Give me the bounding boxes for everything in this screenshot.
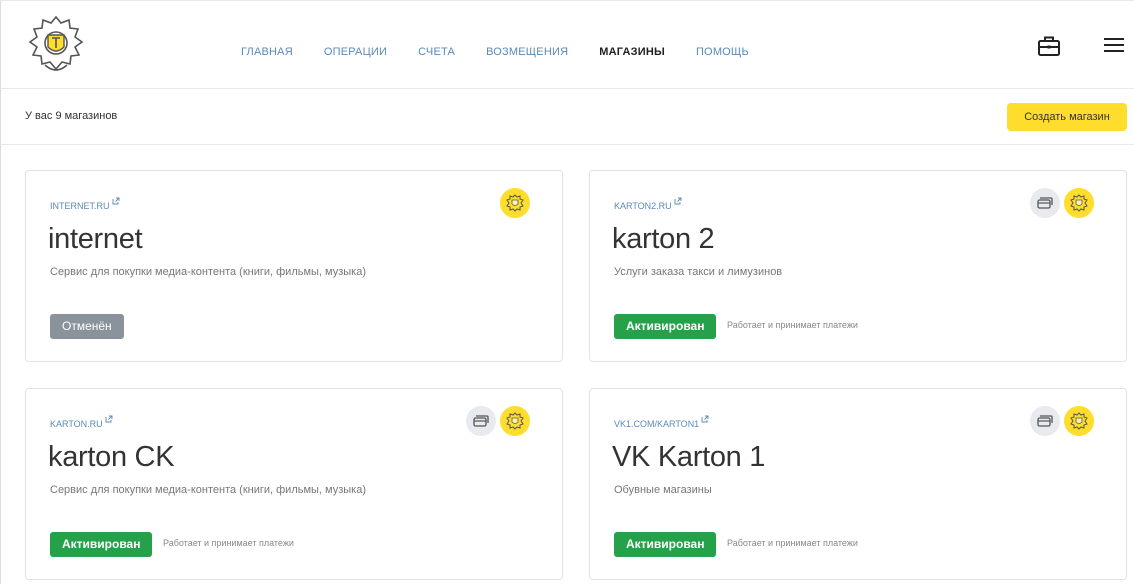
main-nav: ГЛАВНАЯ ОПЕРАЦИИ СЧЕТА ВОЗМЕЩЕНИЯ МАГАЗИ… <box>241 46 780 58</box>
external-link-icon <box>105 415 113 423</box>
cards-icon[interactable] <box>1030 188 1060 218</box>
cards-icon[interactable] <box>466 406 496 436</box>
store-title: internet <box>48 223 143 255</box>
bank-logo-icon[interactable] <box>23 13 89 79</box>
store-link-label: KARTON2.RU <box>614 201 672 211</box>
store-link[interactable]: KARTON2.RU <box>614 197 682 211</box>
status-note: Работает и принимает платежи <box>163 538 294 548</box>
nav-item-stores[interactable]: МАГАЗИНЫ <box>599 46 665 58</box>
store-link[interactable]: VK1.COM/KARTON1 <box>614 415 709 429</box>
store-card: KARTON2.RU karton 2 Услуги заказа такси … <box>589 170 1127 362</box>
stores-grid: INTERNET.RU internet Сервис для покупки … <box>1 145 1134 584</box>
external-link-icon <box>701 415 709 423</box>
store-title: karton 2 <box>612 223 715 255</box>
nav-item-operations[interactable]: ОПЕРАЦИИ <box>324 46 387 58</box>
store-description: Услуги заказа такси и лимузинов <box>614 266 783 278</box>
nav-item-help[interactable]: ПОМОЩЬ <box>696 46 749 58</box>
status-note: Работает и принимает платежи <box>727 320 858 330</box>
store-title: karton CK <box>48 441 175 473</box>
store-payment-icons <box>1030 188 1094 218</box>
store-description: Сервис для покупки медиа-контента (книги… <box>50 484 367 496</box>
store-payment-icons <box>1030 406 1094 436</box>
status-badge: Активирован <box>614 314 717 339</box>
briefcase-icon[interactable] <box>1037 35 1061 57</box>
external-link-icon <box>674 197 682 205</box>
store-payment-icons <box>466 406 530 436</box>
external-link-icon <box>112 197 119 205</box>
store-description: Обувные магазины <box>614 484 712 496</box>
bank-logo-icon[interactable] <box>1064 406 1094 436</box>
stores-toolbar: У вас 9 магазинов Создать магазин <box>1 89 1134 145</box>
store-card: KARTON.RU karton CK Сервис для покупки м… <box>25 388 563 580</box>
status-badge: Активирован <box>614 532 717 557</box>
nav-item-refunds[interactable]: ВОЗМЕЩЕНИЯ <box>486 46 568 58</box>
status-badge: Отменён <box>50 314 124 339</box>
menu-icon[interactable] <box>1103 35 1125 55</box>
store-card: INTERNET.RU internet Сервис для покупки … <box>25 170 563 362</box>
create-store-button[interactable]: Создать магазин <box>1007 103 1127 131</box>
stores-count: У вас 9 магазинов <box>25 110 118 122</box>
bank-logo-icon[interactable] <box>500 188 530 218</box>
status-note: Работает и принимает платежи <box>727 538 858 548</box>
store-link[interactable]: INTERNET.RU <box>50 197 120 211</box>
bank-logo-icon[interactable] <box>1064 188 1094 218</box>
nav-item-home[interactable]: ГЛАВНАЯ <box>241 46 293 58</box>
top-header: ГЛАВНАЯ ОПЕРАЦИИ СЧЕТА ВОЗМЕЩЕНИЯ МАГАЗИ… <box>1 1 1134 89</box>
page: ГЛАВНАЯ ОПЕРАЦИИ СЧЕТА ВОЗМЕЩЕНИЯ МАГАЗИ… <box>0 0 1134 584</box>
store-link-label: VK1.COM/KARTON1 <box>614 419 700 429</box>
nav-item-accounts[interactable]: СЧЕТА <box>418 46 455 58</box>
store-payment-icons <box>500 188 530 218</box>
bank-logo-icon[interactable] <box>500 406 530 436</box>
store-description: Сервис для покупки медиа-контента (книги… <box>50 266 367 278</box>
status-badge: Активирован <box>50 532 153 557</box>
store-link-label: KARTON.RU <box>50 419 103 429</box>
store-link[interactable]: KARTON.RU <box>50 415 113 429</box>
store-card: VK1.COM/KARTON1 VK Karton 1 Обувные мага… <box>589 388 1127 580</box>
store-title: VK Karton 1 <box>612 441 766 473</box>
cards-icon[interactable] <box>1030 406 1060 436</box>
store-link-label: INTERNET.RU <box>50 201 110 211</box>
